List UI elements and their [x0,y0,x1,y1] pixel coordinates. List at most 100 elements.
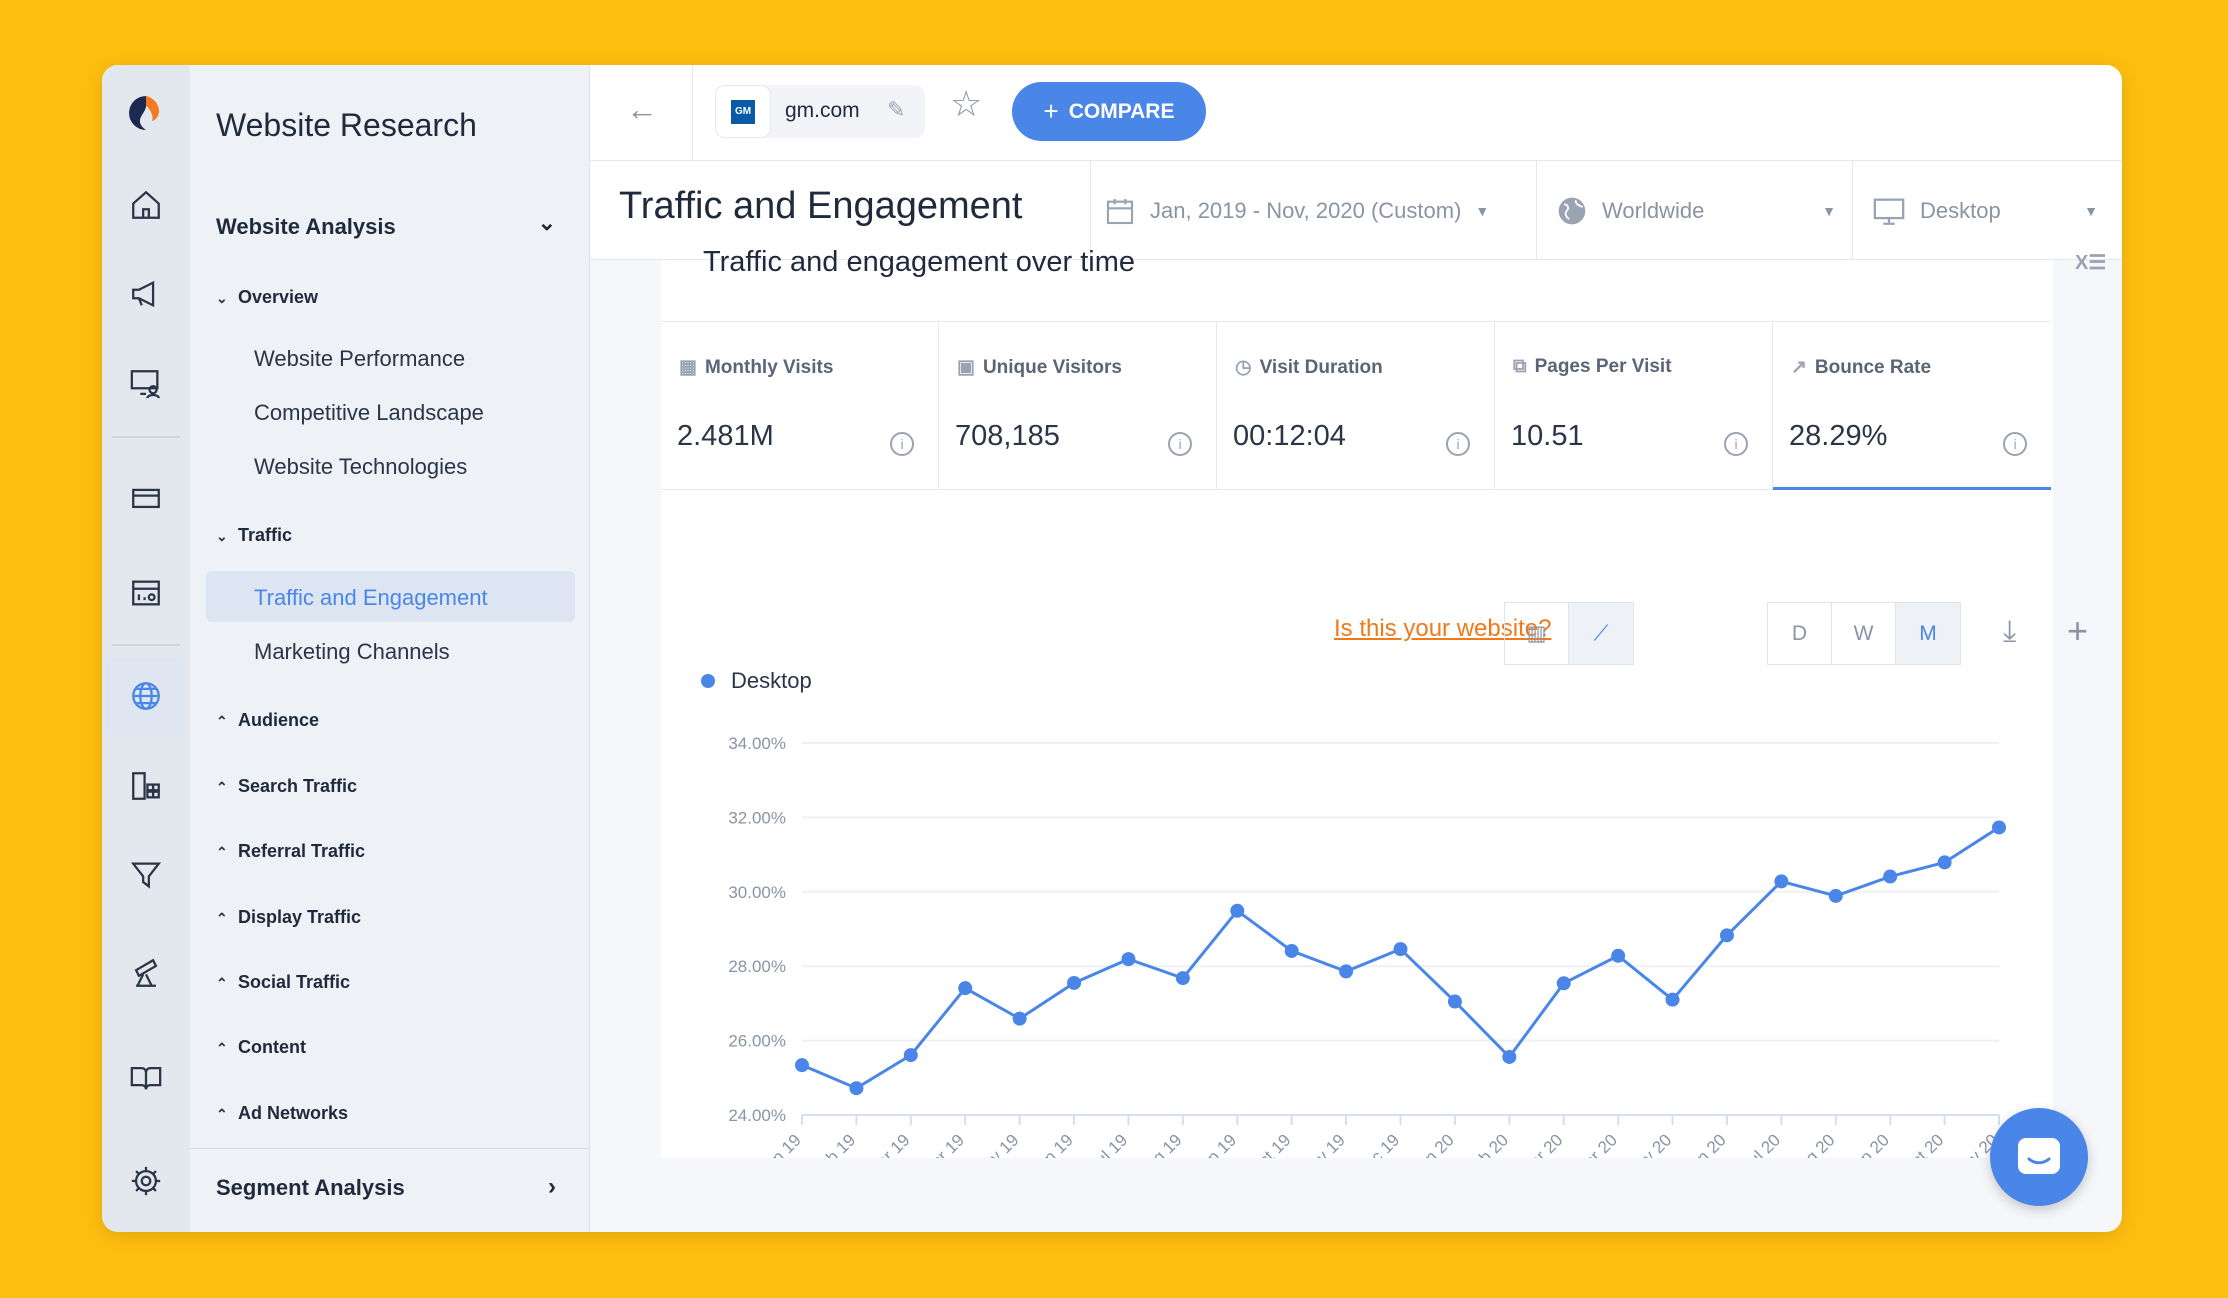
device-value: Desktop [1920,197,2001,223]
globe-icon[interactable] [124,674,168,718]
x-tick-label: Feb 19 [808,1130,859,1158]
granularity-toggle: DWM [1767,602,1961,665]
download-icon[interactable]: ⤓ [2003,615,2016,649]
y-tick-label: 28.00% [728,957,786,976]
group-label: Social Traffic [238,972,351,992]
chat-icon [2018,1138,2060,1174]
app-window: Website Research Website Analysis ⌄ ⌄ Over… [102,65,2122,1232]
date-range-picker[interactable]: Jan, 2019 - Nov, 2020 (Custom) ▼ [1104,161,1536,260]
metric-value: 2.481M [677,420,774,452]
info-icon[interactable]: i [1724,432,1748,456]
divider [1852,161,1853,259]
data-point [903,1048,918,1063]
y-tick-label: 32.00% [728,808,786,827]
add-icon[interactable]: + [2067,610,2088,652]
granularity-week[interactable]: W [1832,603,1896,664]
plus-icon: + [1043,96,1059,126]
excel-export-icon[interactable]: X☰ [2075,250,2115,280]
nav-marketing-channels[interactable]: Marketing Channels [254,639,450,665]
metric-visit-duration[interactable]: ◷ Visit Duration 00:12:04 i [1217,321,1495,490]
star-icon[interactable]: ☆ [950,83,982,125]
granularity-day[interactable]: D [1768,603,1832,664]
domain-chip[interactable]: GM gm.com ✎ [715,85,925,138]
group-overview[interactable]: ⌄ Overview [216,287,318,308]
group-search-traffic[interactable]: ⌃ Search Traffic [216,776,357,797]
logo-icon[interactable] [124,91,168,135]
x-tick-label: Jun 19 [1027,1130,1077,1158]
card-title: Traffic and engagement over time [703,246,1136,278]
back-arrow-icon[interactable]: ← [626,91,658,128]
data-point [958,981,973,996]
apps-grid-icon[interactable] [124,764,168,808]
chart-legend: Desktop [701,668,812,694]
info-icon[interactable]: i [1446,432,1470,456]
section-segment-analysis[interactable]: Segment Analysis › [216,1173,566,1201]
metric-monthly-visits[interactable]: ▦ Monthly Visits 2.481M i [661,321,939,490]
data-point [1339,964,1354,979]
telescope-icon[interactable] [124,951,168,995]
data-point [1502,1049,1517,1064]
megaphone-icon[interactable] [124,272,168,316]
group-content[interactable]: ⌃ Content [216,1037,306,1058]
divider [112,436,180,438]
y-tick-label: 24.00% [728,1106,786,1125]
chevron-up-icon: ⌃ [216,713,228,729]
device-selector[interactable]: Desktop ▼ [1872,161,2098,260]
data-point [1175,971,1190,986]
group-social-traffic[interactable]: ⌃ Social Traffic [216,972,350,993]
divider [692,65,693,160]
section-label: Segment Analysis [216,1175,405,1200]
home-icon[interactable] [124,183,168,227]
data-point [1665,992,1680,1007]
info-icon[interactable]: i [2003,432,2027,456]
dashboard-icon[interactable] [124,571,168,615]
x-tick-label: Sep 20 [1841,1130,1893,1158]
nav-traffic-and-engagement[interactable]: Traffic and Engagement [254,585,488,611]
metric-bounce-rate[interactable]: ↗ Bounce Rate 28.29% i [1773,321,2051,490]
calendar-icon: ▦ [679,357,697,378]
date-range-value: Jan, 2019 - Nov, 2020 (Custom) [1150,197,1462,223]
data-point [1883,869,1898,884]
metric-value: 00:12:04 [1233,420,1346,452]
group-label: Ad Networks [238,1103,349,1123]
group-traffic[interactable]: ⌄ Traffic [216,525,292,546]
metric-pages-per-visit[interactable]: ⧉ Pages Per Visit 10.51 i [1495,321,1773,490]
section-website-analysis[interactable]: Website Analysis ⌄ [216,210,566,240]
info-icon[interactable]: i [890,432,914,456]
line-chart-icon[interactable]: ⟋ [1569,603,1633,664]
pencil-icon[interactable]: ✎ [887,97,905,123]
data-point [1393,942,1408,957]
monitor-user-icon[interactable] [124,362,168,406]
chevron-up-icon: ⌃ [216,1106,228,1122]
x-tick-label: Jul 20 [1739,1130,1785,1158]
country-selector[interactable]: Worldwide ▼ [1556,161,1836,260]
group-display-traffic[interactable]: ⌃ Display Traffic [216,907,361,928]
info-icon[interactable]: i [1168,432,1192,456]
funnel-icon[interactable] [124,853,168,897]
caret-down-icon: ▼ [1475,202,1490,219]
inbox-icon[interactable] [124,475,168,519]
group-label: Traffic [238,525,293,545]
traffic-card: Traffic and engagement over time X☰ ▦ Mon… [661,246,2106,1158]
chat-button[interactable] [1990,1108,2088,1206]
nav-website-technologies[interactable]: Website Technologies [254,454,467,480]
data-point [1447,994,1462,1009]
group-label: Content [238,1037,306,1057]
metric-unique-visitors[interactable]: ▣ Unique Visitors 708,185 i [939,321,1217,490]
domain-name: gm.com [785,99,860,122]
compare-label: COMPARE [1068,99,1175,123]
nav-competitive-landscape[interactable]: Competitive Landscape [254,400,484,426]
group-referral-traffic[interactable]: ⌃ Referral Traffic [216,841,365,862]
bar-chart-icon[interactable]: ▥ [1505,603,1569,664]
group-ad-networks[interactable]: ⌃ Ad Networks [216,1103,348,1124]
compare-button[interactable]: + COMPARE [1012,82,1206,141]
nav-website-performance[interactable]: Website Performance [254,346,465,372]
data-point [1774,874,1789,889]
country-value: Worldwide [1602,197,1705,223]
gear-icon[interactable] [124,1159,168,1203]
page-title: Traffic and Engagement [619,185,1023,227]
granularity-month[interactable]: M [1896,603,1960,664]
book-icon[interactable] [124,1056,168,1100]
y-tick-label: 26.00% [728,1032,786,1051]
group-audience[interactable]: ⌃ Audience [216,710,319,731]
